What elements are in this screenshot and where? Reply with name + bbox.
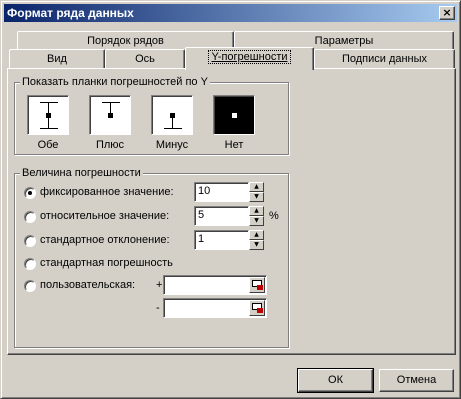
tab-panel: Показать планки погрешностей по Y Обе Пл… <box>7 68 456 355</box>
std-deviation-spinner[interactable]: ▲ ▼ <box>249 230 264 250</box>
tab-y-error-bars-label: Y-погрешности <box>208 50 291 64</box>
display-both-button[interactable] <box>27 95 69 135</box>
percentage-spinner[interactable]: ▲ ▼ <box>249 206 264 226</box>
display-plus-label: Плюс <box>95 139 125 151</box>
percentage-input[interactable]: 5 <box>194 206 249 226</box>
error-amount-groupbox: Величина погрешности фиксированное значе… <box>14 167 289 348</box>
tab-patterns-label: Вид <box>47 53 67 65</box>
percent-unit: % <box>269 210 279 222</box>
tab-axis[interactable]: Ось <box>105 49 185 69</box>
close-icon: × <box>442 6 452 19</box>
fixed-value-label: фиксированное значение: <box>40 186 174 198</box>
custom-minus-input[interactable] <box>163 298 267 318</box>
display-group-legend: Показать планки погрешностей по Y <box>20 76 210 88</box>
tab-axis-label: Ось <box>135 53 155 65</box>
tab-options-label: Параметры <box>314 35 374 47</box>
display-both-label: Обе <box>37 139 59 151</box>
dialog-window: Формат ряда данных × Порядок рядов Парам… <box>0 0 461 399</box>
percentage-radio[interactable] <box>24 211 36 223</box>
custom-plus-sign: + <box>156 279 163 291</box>
error-amount-legend: Величина погрешности <box>20 167 143 179</box>
custom-plus-input[interactable] <box>163 275 267 295</box>
std-error-label: стандартная погрешность <box>40 257 173 269</box>
spin-down-icon[interactable]: ▼ <box>249 216 264 226</box>
close-button[interactable]: × <box>439 6 455 20</box>
ok-button[interactable]: ОК <box>297 368 374 393</box>
percentage-label: относительное значение: <box>40 210 170 222</box>
tab-y-error-bars[interactable]: Y-погрешности <box>185 47 314 70</box>
cancel-button[interactable]: Отмена <box>379 369 454 392</box>
display-none-button[interactable] <box>213 95 255 135</box>
tab-patterns[interactable]: Вид <box>9 49 105 69</box>
display-groupbox: Показать планки погрешностей по Y Обе Пл… <box>14 76 289 155</box>
std-deviation-label: стандартное отклонение: <box>40 234 170 246</box>
collapse-dialog-icon[interactable] <box>249 277 265 293</box>
spin-up-icon[interactable]: ▲ <box>249 206 264 216</box>
custom-radio[interactable] <box>24 280 36 292</box>
display-minus-button[interactable] <box>151 95 193 135</box>
display-minus-label: Минус <box>155 139 189 151</box>
fixed-value-input[interactable]: 10 <box>194 182 249 202</box>
fixed-value-radio[interactable] <box>24 187 36 199</box>
spin-down-icon[interactable]: ▼ <box>249 240 264 250</box>
std-deviation-radio[interactable] <box>24 235 36 247</box>
std-error-radio[interactable] <box>24 258 36 270</box>
title-bar[interactable]: Формат ряда данных × <box>4 4 457 22</box>
collapse-dialog-icon[interactable] <box>249 300 265 316</box>
spin-up-icon[interactable]: ▲ <box>249 182 264 192</box>
spin-down-icon[interactable]: ▼ <box>249 192 264 202</box>
tab-series-order-label: Порядок рядов <box>87 35 164 47</box>
spin-up-icon[interactable]: ▲ <box>249 230 264 240</box>
custom-label: пользовательская: <box>40 279 136 291</box>
dialog-title: Формат ряда данных <box>7 6 134 20</box>
display-none-label: Нет <box>224 139 244 151</box>
display-plus-button[interactable] <box>89 95 131 135</box>
tab-data-labels-label: Подписи данных <box>341 53 428 65</box>
fixed-value-spinner[interactable]: ▲ ▼ <box>249 182 264 202</box>
custom-minus-sign: - <box>156 302 160 314</box>
tab-data-labels[interactable]: Подписи данных <box>314 49 455 69</box>
std-deviation-input[interactable]: 1 <box>194 230 249 250</box>
